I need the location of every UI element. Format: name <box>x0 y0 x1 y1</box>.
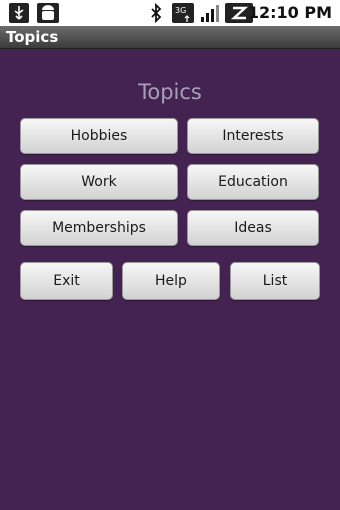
ideas-button[interactable]: Ideas <box>187 210 319 246</box>
list-button[interactable]: List <box>230 262 320 300</box>
status-clock: 12:10 PM <box>247 3 332 22</box>
exit-button[interactable]: Exit <box>20 262 113 300</box>
hobbies-button[interactable]: Hobbies <box>20 118 178 154</box>
3g-icon: 3G <box>172 3 194 23</box>
window-title: Topics <box>6 28 59 46</box>
education-button[interactable]: Education <box>187 164 319 200</box>
interests-button[interactable]: Interests <box>187 118 319 154</box>
title-bar: Topics <box>0 26 340 49</box>
help-button[interactable]: Help <box>122 262 220 300</box>
android-icon <box>37 3 59 23</box>
page-title: Topics <box>138 80 202 104</box>
svg-text:3G: 3G <box>175 6 186 15</box>
status-bar: 3G 12:10 PM <box>0 0 340 26</box>
memberships-button[interactable]: Memberships <box>20 210 178 246</box>
work-button[interactable]: Work <box>20 164 178 200</box>
usb-icon <box>9 3 29 23</box>
bluetooth-icon <box>150 2 162 24</box>
signal-icon <box>199 3 221 23</box>
